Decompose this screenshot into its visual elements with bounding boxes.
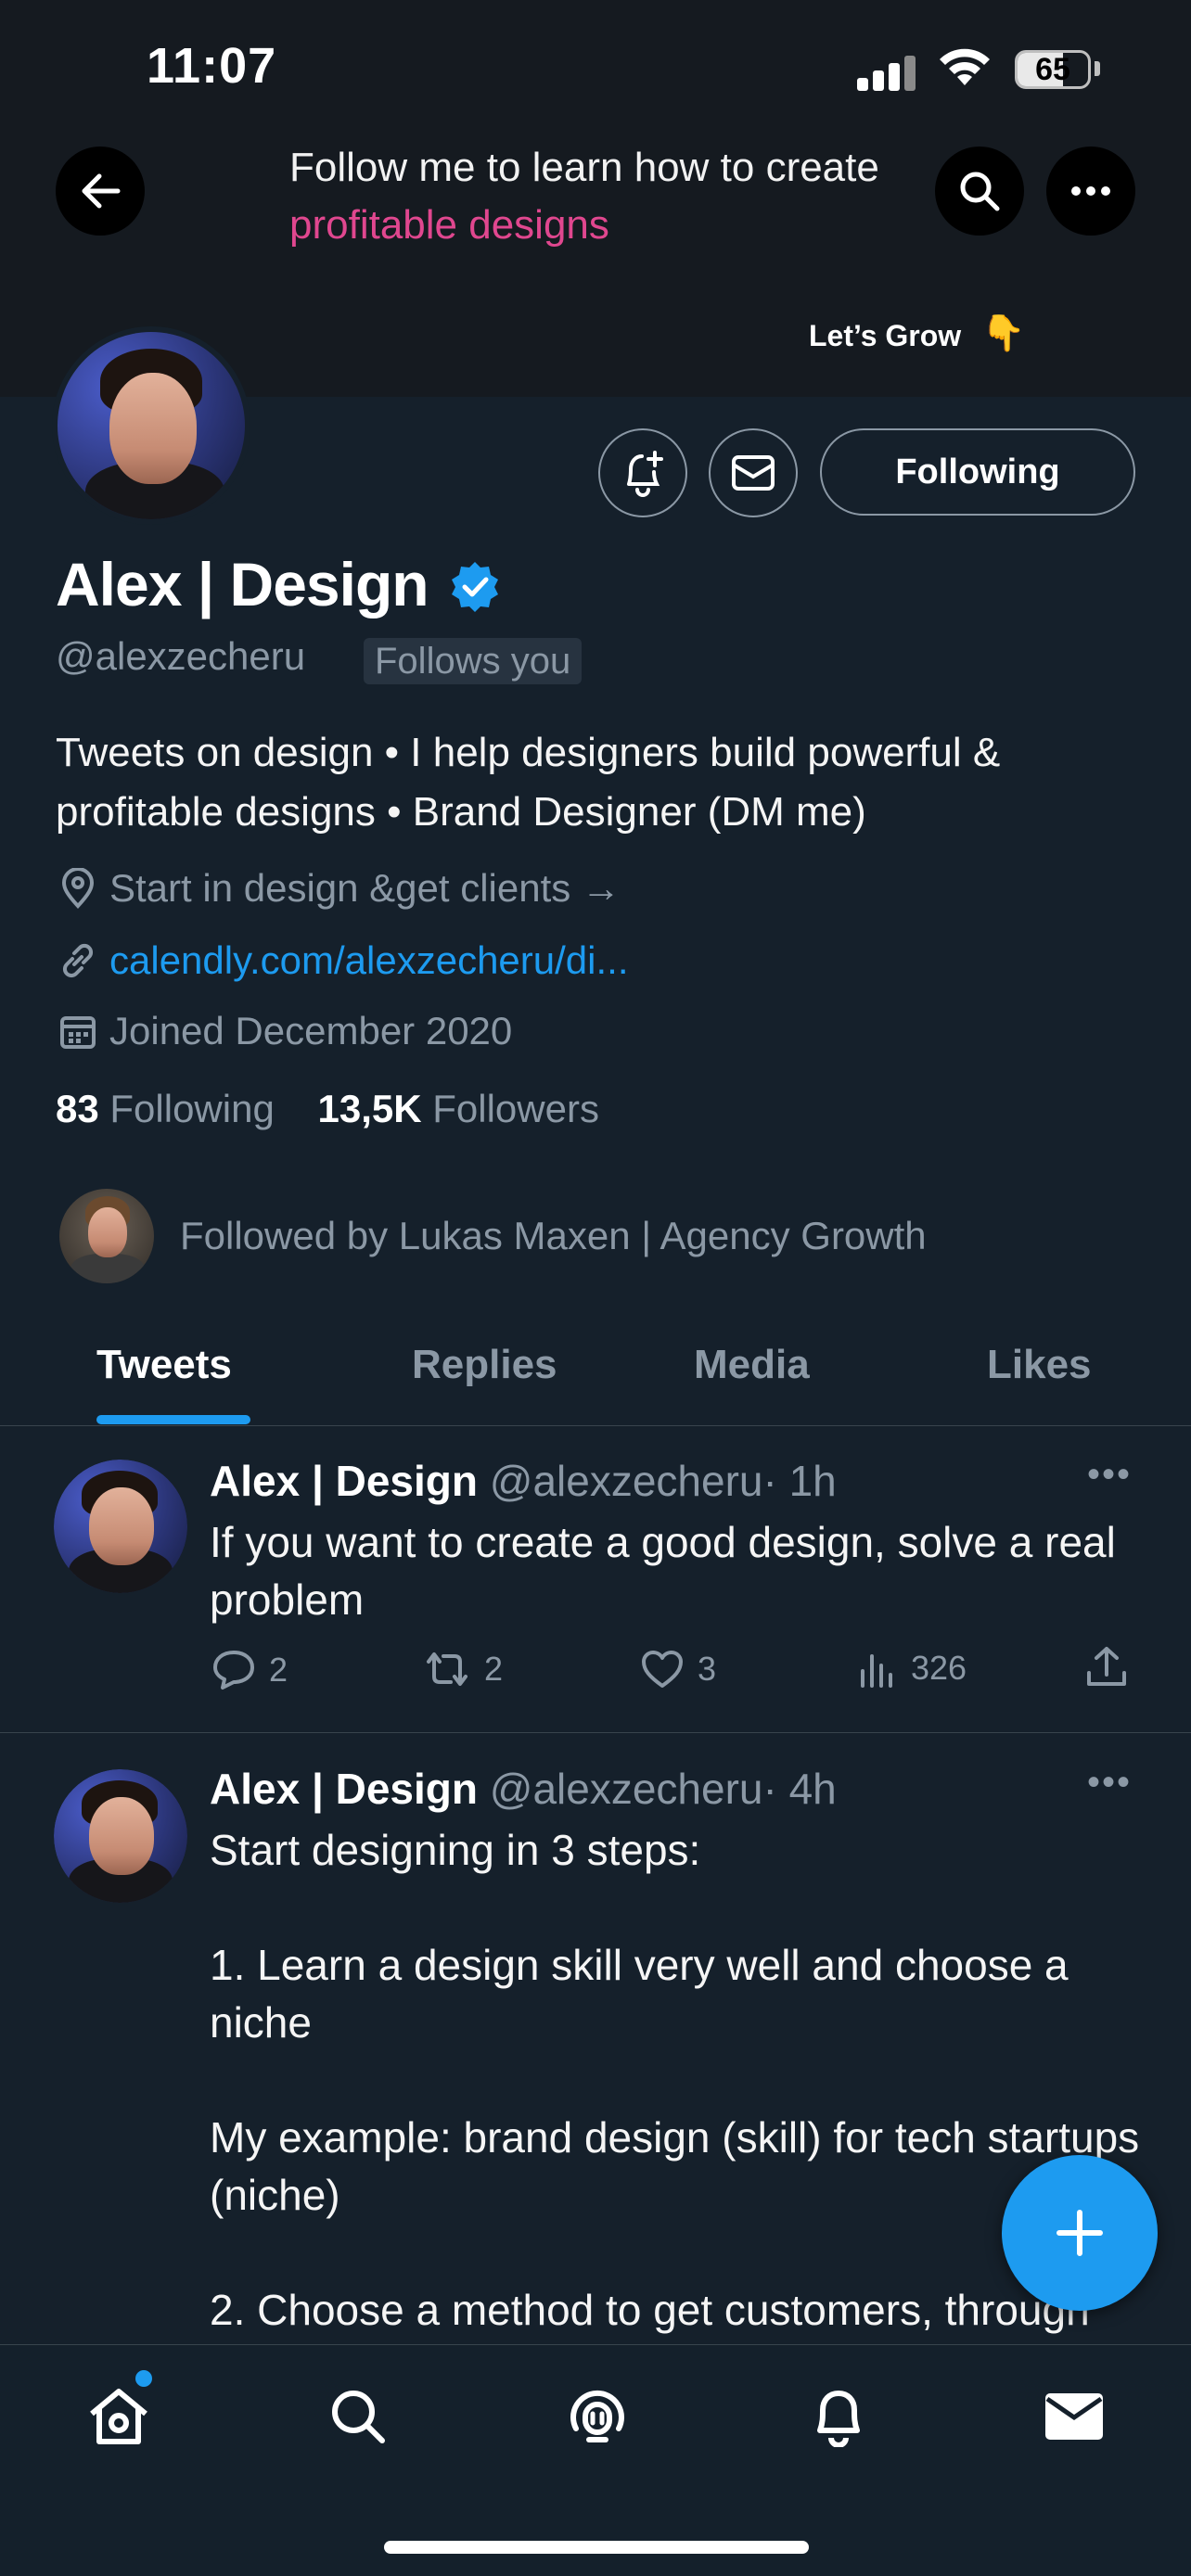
back-button[interactable] [56, 147, 145, 236]
status-time: 11:07 [147, 38, 277, 94]
search-icon [960, 172, 1000, 211]
profile-location: Start in design &get clients → [56, 862, 621, 914]
link-icon [56, 938, 100, 983]
tweet-author-avatar[interactable] [54, 1769, 187, 1903]
pointing-down-emoji: 👇 [981, 314, 1026, 353]
tab-tweets[interactable]: Tweets [96, 1317, 232, 1426]
status-bar: 11:07 65 [0, 0, 1191, 139]
tweet-more-icon[interactable]: ••• [1087, 1454, 1132, 1496]
following-label: Following [109, 1087, 275, 1130]
verified-badge-icon [452, 562, 498, 612]
retweet-icon [423, 1649, 471, 1690]
retweet-count: 2 [484, 1650, 504, 1688]
location-text: Start in design &get clients → [109, 866, 621, 910]
spaces-icon [570, 2390, 624, 2442]
like-action[interactable]: 3 [640, 1649, 716, 1690]
home-notification-dot [135, 2370, 152, 2387]
tweet-author-name[interactable]: Alex | Design [210, 1765, 478, 1813]
banner-highlight: profitable designs [289, 202, 609, 248]
followed-by-row[interactable]: Followed by Lukas Maxen | Agency Growth [59, 1189, 927, 1283]
nav-search[interactable] [321, 2379, 395, 2454]
reply-icon [211, 1649, 256, 1691]
nav-messages[interactable] [1037, 2379, 1111, 2454]
display-name: Alex | Design [56, 550, 429, 618]
nav-home[interactable] [82, 2379, 156, 2454]
tweet-text: If you want to create a good design, sol… [210, 1518, 1128, 1624]
following-count: 83 [56, 1087, 99, 1130]
analytics-icon [857, 1649, 898, 1688]
views-action[interactable]: 326 [857, 1649, 967, 1688]
followed-by-text: Followed by Lukas Maxen | Agency Growth [180, 1214, 927, 1257]
arrow-left-icon [82, 173, 121, 209]
tweet-author-name[interactable]: Alex | Design [210, 1457, 478, 1505]
wifi-icon [940, 48, 990, 85]
battery-icon: 65 [1015, 50, 1091, 89]
tweet-text: Start designing in 3 steps: 1. Learn a d… [210, 1826, 1140, 2334]
reply-action[interactable]: 2 [211, 1649, 288, 1691]
tweet-author-handle: @alexzecheru [489, 1457, 763, 1505]
compose-tweet-button[interactable] [1002, 2155, 1158, 2311]
view-count: 326 [911, 1649, 967, 1687]
joined-date: Joined December 2020 [109, 1009, 513, 1052]
heart-icon [640, 1649, 685, 1690]
bell-icon [817, 2391, 860, 2447]
banner-cta-text: Let’s Grow [809, 319, 962, 352]
envelope-icon [1045, 2393, 1103, 2440]
active-tab-indicator [96, 1415, 250, 1424]
share-action[interactable] [1085, 1645, 1141, 1690]
envelope-icon [732, 455, 775, 491]
tab-replies[interactable]: Replies [412, 1317, 557, 1426]
bell-plus-icon [627, 451, 663, 497]
profile-stats: 83 Following 13,5K Followers [56, 1087, 599, 1131]
tweet-timestamp: · 1h [762, 1457, 837, 1505]
more-options-button[interactable] [1046, 147, 1135, 236]
tweet-timestamp: · 4h [762, 1765, 837, 1813]
profile-joined: Joined December 2020 [56, 1005, 512, 1057]
reply-count: 2 [269, 1651, 288, 1689]
home-icon [90, 2389, 147, 2444]
follows-you-badge: Follows you [364, 638, 583, 684]
profile-website[interactable]: calendly.com/alexzecheru/di... [56, 935, 629, 987]
more-horizontal-icon [1071, 186, 1110, 196]
cellular-signal-icon [857, 54, 918, 91]
website-link[interactable]: calendly.com/alexzecheru/di... [109, 938, 629, 983]
calendar-icon [56, 1009, 100, 1053]
profile-avatar[interactable] [52, 326, 250, 525]
nav-notifications[interactable] [801, 2379, 876, 2454]
tab-likes[interactable]: Likes [987, 1317, 1092, 1426]
profile-handle: @alexzecheru [56, 634, 306, 678]
search-button[interactable] [935, 147, 1024, 236]
plus-icon [1057, 2210, 1103, 2256]
following-button[interactable]: Following [820, 428, 1135, 516]
followers-stat[interactable]: 13,5K Followers [318, 1087, 599, 1130]
tweet-divider [0, 1732, 1191, 1733]
notifications-toggle-button[interactable] [598, 428, 687, 517]
search-icon [332, 2391, 385, 2443]
nav-spaces[interactable] [560, 2379, 634, 2454]
mutual-follower-avatar [59, 1189, 154, 1283]
profile-tabs: Tweets Replies Media Likes [0, 1317, 1191, 1426]
retweet-action[interactable]: 2 [423, 1649, 503, 1690]
like-count: 3 [698, 1650, 717, 1688]
home-indicator [384, 2541, 809, 2554]
following-stat[interactable]: 83 Following [56, 1087, 275, 1130]
tweet-more-icon[interactable]: ••• [1087, 1762, 1132, 1804]
profile-bio: Tweets on design • I help designers buil… [56, 730, 1001, 835]
message-button[interactable] [709, 428, 798, 517]
followers-label: Followers [432, 1087, 599, 1130]
tab-media[interactable]: Media [694, 1317, 810, 1426]
tweet-author-avatar[interactable] [54, 1460, 187, 1593]
battery-nub [1095, 61, 1100, 76]
banner-headline: Follow me to learn how to create [289, 145, 879, 190]
location-pin-icon [56, 866, 100, 911]
tweet-author-handle: @alexzecheru [489, 1765, 763, 1813]
share-icon [1085, 1645, 1128, 1690]
followers-count: 13,5K [317, 1087, 422, 1130]
battery-level: 65 [1035, 52, 1070, 87]
tweet-header: Alex | Design @alexzecheru· 1h [210, 1456, 837, 1506]
tweet-header: Alex | Design @alexzecheru· 4h [210, 1764, 837, 1814]
